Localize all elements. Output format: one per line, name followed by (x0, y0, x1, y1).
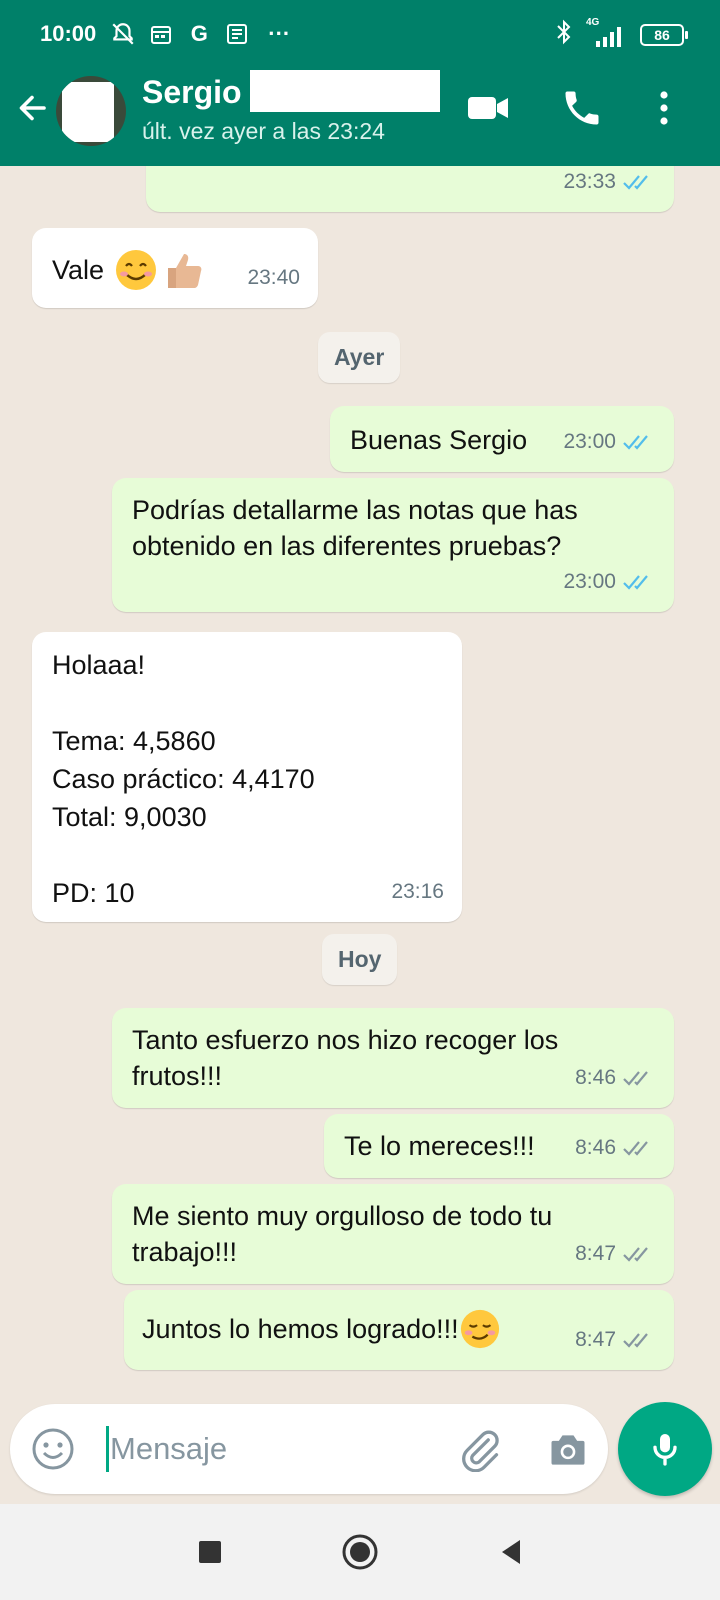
message-bubble-outgoing[interactable]: Juntos lo hemos logrado!!! 8:47 (124, 1290, 674, 1370)
message-meta: 23:33 (563, 166, 656, 200)
microphone-icon (653, 1434, 677, 1466)
more-options-icon[interactable] (642, 86, 686, 130)
message-bubble-outgoing[interactable]: Podrías detallarme las notas que has obt… (112, 478, 674, 612)
smirking-face-icon (460, 1309, 499, 1349)
mute-bell-icon (110, 21, 136, 47)
contact-name[interactable]: Sergio (142, 74, 242, 111)
message-text: Buenas Sergio (350, 425, 528, 455)
recent-apps-button[interactable] (190, 1532, 230, 1572)
news-icon (224, 21, 250, 47)
read-double-check-icon (623, 575, 648, 590)
video-call-icon[interactable] (466, 86, 510, 130)
message-time: 8:46 (575, 1136, 616, 1159)
message-text: Podrías detallarme las notas que has obt… (132, 495, 578, 561)
message-meta: 23:40 (247, 260, 300, 296)
message-input[interactable] (110, 1422, 430, 1476)
message-bubble-outgoing[interactable]: 23:33 (146, 166, 674, 212)
message-bubble-outgoing[interactable]: Te lo mereces!!! 8:46 (324, 1114, 674, 1178)
home-button[interactable] (340, 1532, 380, 1572)
message-meta: 8:46 (575, 1060, 656, 1096)
bluetooth-icon (554, 18, 574, 52)
text-cursor (106, 1426, 109, 1472)
message-meta: 23:16 (391, 874, 444, 910)
date-separator: Hoy (322, 934, 398, 985)
message-bubble-incoming[interactable]: Holaaa! Tema: 4,5860 Caso práctico: 4,41… (32, 632, 462, 922)
status-time: 10:00 (40, 21, 97, 46)
network-label: 4G (586, 17, 600, 28)
chat-header[interactable]: Sergio últ. vez ayer a las 23:24 (0, 68, 720, 166)
message-time: 23:00 (563, 430, 616, 453)
delivered-double-check-icon (623, 1247, 648, 1262)
calendar-icon (148, 21, 174, 47)
message-time: 8:47 (575, 1242, 616, 1265)
message-time: 23:33 (563, 170, 616, 193)
message-bubble-outgoing[interactable]: Tanto esfuerzo nos hizo recoger los frut… (112, 1008, 674, 1108)
delivered-double-check-icon (623, 1333, 648, 1348)
message-bubble-outgoing[interactable]: Me siento muy orgulloso de todo tu traba… (112, 1184, 674, 1284)
message-meta: 23:00 (563, 424, 656, 460)
message-text: Holaaa! Tema: 4,5860 Caso práctico: 4,41… (52, 650, 315, 908)
smiling-face-icon (116, 250, 157, 290)
signal-4g-icon: 4G (586, 17, 628, 49)
avatar[interactable] (56, 76, 126, 146)
app-header: 10:00 G ··· 4G 86 Sergio últ. vez ayer a… (0, 0, 720, 166)
message-text: Te lo mereces!!! (344, 1131, 535, 1161)
message-text: Juntos lo hemos logrado!!! (142, 1314, 459, 1344)
google-icon: G (190, 21, 208, 46)
message-time: 8:46 (575, 1066, 616, 1089)
system-navigation-bar (0, 1504, 720, 1600)
back-arrow-icon[interactable] (14, 90, 50, 126)
back-button[interactable] (492, 1532, 532, 1572)
voice-message-button[interactable] (618, 1402, 712, 1496)
message-time: 23:00 (563, 570, 616, 593)
phone-call-icon[interactable] (560, 86, 604, 130)
message-time: 23:40 (247, 266, 300, 289)
camera-icon[interactable] (546, 1428, 590, 1472)
last-seen-status: últ. vez ayer a las 23:24 (142, 118, 385, 144)
message-meta: 8:46 (575, 1130, 656, 1166)
message-time: 8:47 (575, 1328, 616, 1351)
message-text: Tanto esfuerzo nos hizo recoger los frut… (132, 1025, 559, 1091)
more-dots-icon: ··· (268, 21, 291, 46)
delivered-double-check-icon (623, 1141, 648, 1156)
message-meta: 23:00 (563, 564, 656, 600)
attach-paperclip-icon[interactable] (458, 1428, 502, 1472)
battery-indicator: 86 (640, 24, 688, 46)
read-double-check-icon (623, 175, 648, 190)
message-time: 23:16 (391, 880, 444, 903)
date-separator: Ayer (318, 332, 401, 383)
message-bubble-incoming[interactable]: Vale 23:40 (32, 228, 318, 308)
message-list[interactable]: 23:33 Vale 23:40 Ayer Buenas Sergio 23:0… (0, 166, 720, 1406)
redacted-surname (250, 70, 440, 112)
message-composer (10, 1404, 608, 1494)
emoji-picker-icon[interactable] (30, 1426, 76, 1472)
delivered-double-check-icon (623, 1071, 648, 1086)
read-double-check-icon (623, 435, 648, 450)
status-bar: 10:00 G ··· 4G 86 (0, 0, 720, 68)
message-bubble-outgoing[interactable]: Buenas Sergio 23:00 (330, 406, 674, 472)
message-meta: 8:47 (575, 1236, 656, 1272)
thumbs-up-icon (168, 254, 202, 288)
message-text: Vale (52, 255, 105, 285)
message-text: Me siento muy orgulloso de todo tu traba… (132, 1201, 553, 1267)
message-meta: 8:47 (575, 1322, 656, 1358)
